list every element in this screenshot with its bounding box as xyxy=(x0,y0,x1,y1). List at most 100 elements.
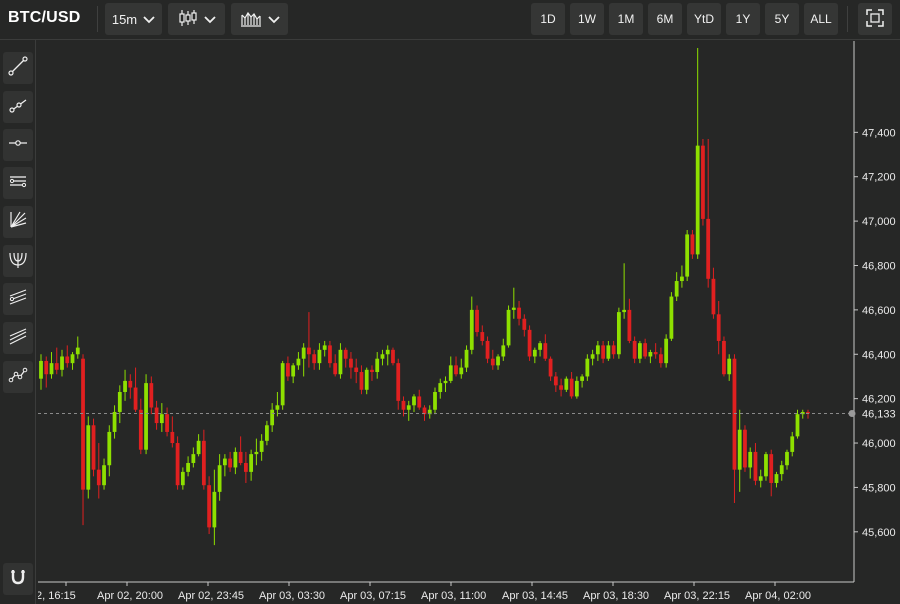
candle-body xyxy=(701,145,705,219)
candle xyxy=(91,418,96,477)
candle xyxy=(690,229,695,259)
fib-fan-tool[interactable] xyxy=(3,206,33,238)
indicators-dropdown[interactable] xyxy=(231,3,288,35)
candle xyxy=(54,347,59,375)
candle-body xyxy=(296,358,301,366)
range-1m-button[interactable]: 1M xyxy=(609,3,643,35)
candle xyxy=(538,340,542,357)
candle-body xyxy=(401,400,406,410)
horizontal-line-tool[interactable] xyxy=(3,129,33,161)
parallel-channel-tool[interactable] xyxy=(3,167,33,199)
candle xyxy=(800,409,805,419)
range-1y-button[interactable]: 1Y xyxy=(726,3,760,35)
pitchfork-icon xyxy=(8,249,28,274)
range-1d-button[interactable]: 1D xyxy=(531,3,565,35)
candle xyxy=(39,354,43,390)
candle xyxy=(238,436,243,466)
range-6m-button[interactable]: 6M xyxy=(648,3,682,35)
candle xyxy=(391,347,395,366)
range-1w-button[interactable]: 1W xyxy=(570,3,604,35)
candle xyxy=(275,391,280,417)
candle xyxy=(154,400,159,430)
candle xyxy=(249,449,254,481)
x-tick-label: Apr 03, 03:30 xyxy=(259,590,325,602)
candle xyxy=(60,349,64,377)
candle xyxy=(65,345,70,368)
candle-body xyxy=(96,469,101,486)
candle-body xyxy=(328,345,332,364)
candlestick-chart[interactable]: 45,600 45,800 46,000 46,200 46,400 46,600 46,8… xyxy=(38,41,900,604)
candle xyxy=(75,336,80,359)
top-bar: BTC/USD 15m 1D 1W 1M 6M YtD 1Y 5Y ALL xyxy=(0,0,900,40)
candle xyxy=(328,340,332,368)
price-chart[interactable]: 45,600 45,800 46,000 46,200 46,400 46,600 46,8… xyxy=(38,41,900,604)
candle xyxy=(795,409,800,439)
candle-body xyxy=(280,363,285,406)
candle xyxy=(669,292,674,341)
candle xyxy=(485,336,490,364)
regression-channel-tool[interactable] xyxy=(3,283,33,315)
candle xyxy=(443,376,448,392)
candle-body xyxy=(669,296,674,339)
interval-dropdown[interactable]: 15m xyxy=(105,3,162,35)
candle xyxy=(170,416,175,448)
y-tick-label: 46,000 xyxy=(862,438,896,450)
candle xyxy=(265,420,269,446)
candle xyxy=(102,458,106,490)
ray-tool[interactable] xyxy=(3,91,33,123)
trend-line-tool[interactable] xyxy=(3,52,33,84)
candle-body xyxy=(70,354,75,364)
candle-body xyxy=(380,354,385,359)
candle xyxy=(70,352,75,370)
candle xyxy=(343,347,348,368)
candle-body xyxy=(506,309,511,346)
path-tool[interactable] xyxy=(3,361,33,393)
candle-body xyxy=(128,380,133,388)
gann-fan-icon xyxy=(8,326,28,351)
x-tick-label: Apr 03, 07:15 xyxy=(340,590,406,602)
candle xyxy=(317,343,322,370)
candle-body xyxy=(212,491,217,528)
chart-type-dropdown[interactable] xyxy=(168,3,225,35)
candle-body xyxy=(454,365,458,375)
candle xyxy=(664,334,669,368)
fullscreen-button[interactable] xyxy=(858,3,892,35)
x-tick-label: Apr 03, 18:30 xyxy=(583,590,649,602)
candle xyxy=(280,360,285,410)
range-ytd-button[interactable]: YtD xyxy=(687,3,721,35)
candle-body xyxy=(595,345,600,355)
candle xyxy=(701,138,705,226)
candle-body xyxy=(39,360,43,379)
candle-body xyxy=(706,218,711,279)
range-all-button[interactable]: ALL xyxy=(804,3,838,35)
y-tick-label: 46,800 xyxy=(862,260,896,272)
candle-body xyxy=(385,349,390,355)
pitchfork-tool[interactable] xyxy=(3,245,33,277)
candle-body xyxy=(81,358,85,490)
candle-body xyxy=(716,314,721,341)
candle xyxy=(144,374,148,455)
candle xyxy=(790,431,795,457)
candle xyxy=(727,354,732,381)
candle xyxy=(469,296,474,355)
candle xyxy=(217,454,222,501)
candle-body xyxy=(753,451,758,481)
candle xyxy=(228,451,233,472)
magnet-tool[interactable] xyxy=(3,563,33,595)
fib-fan-icon xyxy=(8,210,28,235)
candle xyxy=(764,451,768,481)
candle-body xyxy=(685,234,690,277)
candle-body xyxy=(180,471,185,486)
gann-fan-tool[interactable] xyxy=(3,322,33,354)
candle xyxy=(186,456,190,477)
candle-body xyxy=(91,425,96,470)
candle-body xyxy=(291,365,296,377)
candle xyxy=(307,312,311,368)
candle-body xyxy=(417,396,422,408)
y-tick-label: 46,600 xyxy=(862,305,896,317)
candle-body xyxy=(117,391,122,412)
candle-body xyxy=(307,347,311,355)
candle-body xyxy=(611,345,616,355)
range-5y-button[interactable]: 5Y xyxy=(765,3,799,35)
candle xyxy=(648,349,653,364)
